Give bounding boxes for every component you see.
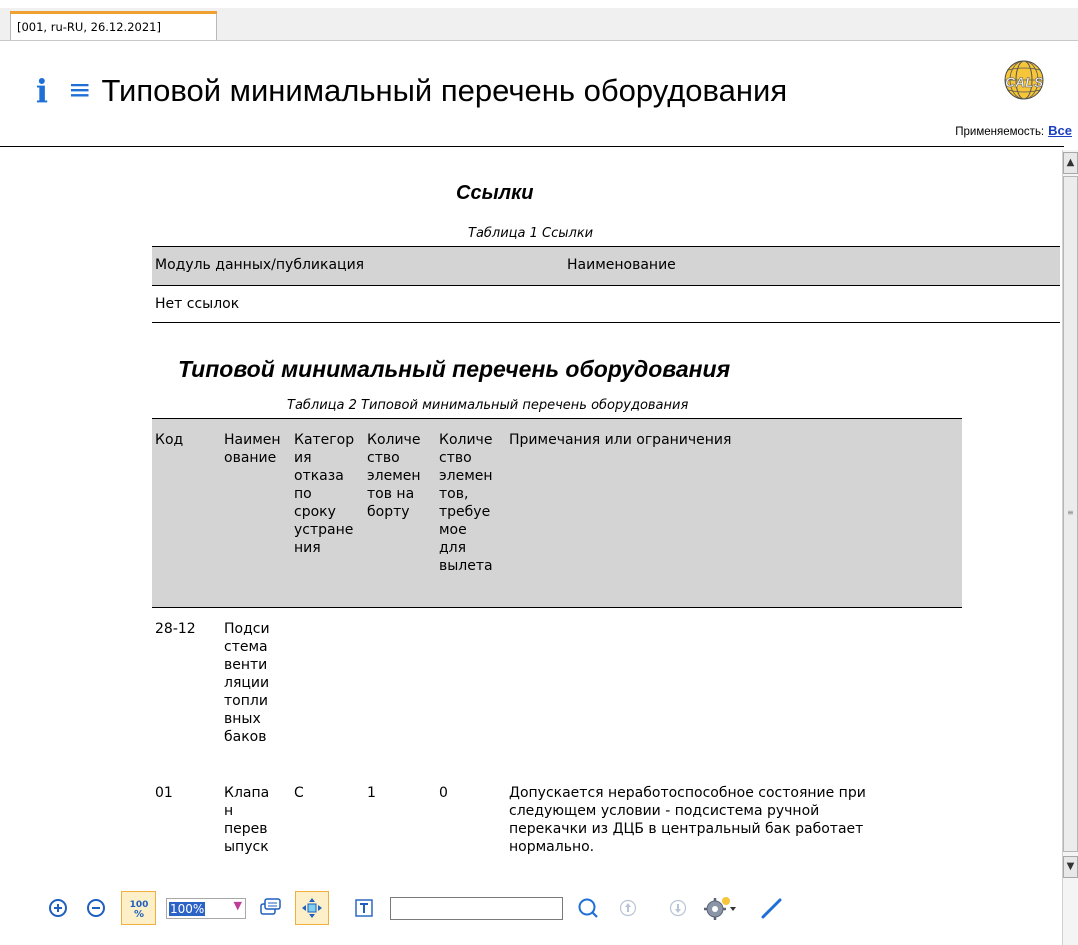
applicability: Применяемость: Все	[955, 123, 1072, 138]
scroll-down-button[interactable]: ▼	[1063, 856, 1078, 878]
svg-text:%: %	[133, 909, 143, 920]
logo-text: CALS	[1005, 74, 1044, 90]
table2-col-onboard: Количе ство элемен тов на борту	[367, 432, 421, 520]
menu-icon[interactable]: ≡	[68, 73, 91, 106]
grip-icon: ≡	[1067, 508, 1074, 517]
document-tab[interactable]: [001, ru-RU, 26.12.2021]	[10, 11, 217, 40]
page-title: Типовой минимальный перечень оборудовани…	[101, 73, 788, 108]
actual-size-button[interactable]: 100%	[121, 891, 156, 925]
search-button[interactable]	[574, 894, 602, 922]
zoom-out-icon	[87, 899, 105, 917]
zoom-in-button[interactable]	[44, 894, 72, 922]
table-row-notes: Допускается неработоспособное состояние …	[509, 785, 866, 855]
table1-col-module: Модуль данных/публикация	[155, 257, 365, 273]
table1-bottom-rule	[152, 322, 1060, 323]
header-divider	[0, 146, 1064, 147]
document-tab-label: [001, ru-RU, 26.12.2021]	[17, 20, 161, 34]
settings-button[interactable]	[700, 894, 740, 922]
arrow-down-icon	[669, 899, 687, 917]
bottom-toolbar: 100% 100% ▼	[0, 880, 1078, 945]
applicability-label: Применяемость:	[955, 126, 1045, 138]
table1-col-name: Наименование	[567, 257, 676, 273]
section2-title: Типовой минимальный перечень оборудовани…	[178, 356, 731, 382]
zoom-select[interactable]: 100% ▼	[166, 898, 246, 919]
table1-header: Модуль данных/публикация Наименование	[152, 247, 1060, 285]
table1: Модуль данных/публикация Наименование Не…	[152, 246, 1060, 323]
table-row-code: 28-12	[155, 621, 196, 637]
table-row-required: 0	[439, 785, 448, 801]
comments-icon	[260, 898, 281, 915]
table1-cell: Нет ссылок	[155, 296, 240, 312]
move-icon	[302, 898, 322, 918]
chevron-down-icon: ▼	[233, 899, 242, 912]
zoom-value: 100%	[169, 901, 206, 916]
zoom-out-button[interactable]	[82, 894, 110, 922]
gear-icon	[704, 897, 736, 920]
table2-body: 28-12 Подси стема венти ляции топли вных…	[152, 608, 962, 880]
zoom-in-icon	[49, 899, 67, 917]
table2-col-category: Категор ия отказа по сроку устране ния	[294, 432, 355, 556]
pen-icon	[761, 898, 782, 919]
table2-col-name: Наимен ование	[224, 432, 281, 466]
percent-100-icon: 100%	[129, 900, 148, 920]
info-icon[interactable]: i	[30, 72, 54, 110]
search-icon	[578, 898, 598, 918]
scroll-thumb[interactable]: ≡	[1063, 176, 1078, 852]
annotate-button[interactable]	[758, 894, 786, 922]
scroll-up-button[interactable]: ▲	[1063, 152, 1078, 174]
table-row-name: Клапа н перев ыпуск	[224, 785, 270, 855]
search-prev-button[interactable]	[614, 894, 642, 922]
arrow-up-icon	[619, 899, 637, 917]
text-select-button[interactable]	[350, 894, 378, 922]
table2-caption: Таблица 2 Типовой минимальный перечень о…	[287, 398, 689, 413]
table-row-code: 01	[155, 785, 173, 801]
search-input[interactable]	[390, 897, 563, 920]
document-content: Ссылки Таблица 1 Ссылки Модуль данных/пу…	[0, 150, 1060, 880]
text-icon	[355, 899, 373, 917]
table-row-name: Подси стема венти ляции топли вных баков	[224, 621, 270, 745]
cals-logo: CALS	[1004, 60, 1044, 100]
table2-header: Код Наимен ование Категор ия отказа по с…	[152, 419, 962, 607]
table1-caption: Таблица 1 Ссылки	[468, 226, 594, 241]
pan-button[interactable]	[295, 891, 329, 925]
comments-button[interactable]	[256, 894, 284, 922]
scrollbar-corner	[1062, 880, 1078, 945]
section1-title: Ссылки	[456, 182, 534, 204]
table2-col-code: Код	[155, 432, 184, 448]
vertical-scrollbar[interactable]: ▲ ≡ ▼	[1062, 150, 1078, 880]
table-row: Нет ссылок	[152, 286, 1060, 322]
search-next-button[interactable]	[664, 894, 692, 922]
applicability-link[interactable]: Все	[1048, 123, 1072, 138]
title-row: i ≡ Типовой минимальный перечень оборудо…	[30, 66, 787, 116]
table2-col-required: Количе ство элемен тов, требуе мое для в…	[439, 432, 493, 574]
table-row-category: C	[294, 785, 304, 801]
table2-col-notes: Примечания или ограничения	[509, 432, 732, 448]
table-row-onboard: 1	[367, 785, 376, 801]
table2: Код Наимен ование Категор ия отказа по с…	[152, 418, 962, 880]
